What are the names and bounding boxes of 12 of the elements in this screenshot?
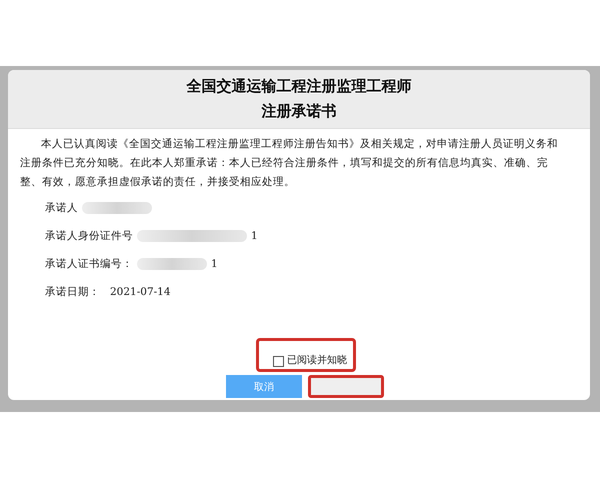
dialog-title: 全国交通运输工程注册监理工程师 — [186, 77, 412, 96]
field-value: 1 — [211, 258, 218, 270]
checkbox-icon[interactable] — [273, 356, 284, 367]
field-label: 承诺人身份证件号 — [45, 229, 133, 243]
field-label: 承诺日期： — [45, 285, 100, 299]
agreement-checkbox[interactable]: 已阅读并知晓 — [256, 338, 356, 372]
field-label: 承诺人证书编号： — [45, 257, 133, 271]
field-value: 2021-07-14 — [110, 286, 171, 298]
field-label: 承诺人 — [45, 201, 78, 215]
dialog-title: 注册承诺书 — [262, 102, 336, 121]
field-value: 1 — [251, 230, 258, 242]
statement-paragraph: 本人已认真阅读《全国交通运输工程注册监理工程师注册告知书》及相关规定，对申请注册人员证明义务和注册条件已充分知晓。在此本人郑重承诺：本人已经符合注册条件，填写和提交的所有信息均真实、准确、完整、有效，愿意承担虚假承诺的责任，并接受相应处理。 — [20, 137, 559, 190]
